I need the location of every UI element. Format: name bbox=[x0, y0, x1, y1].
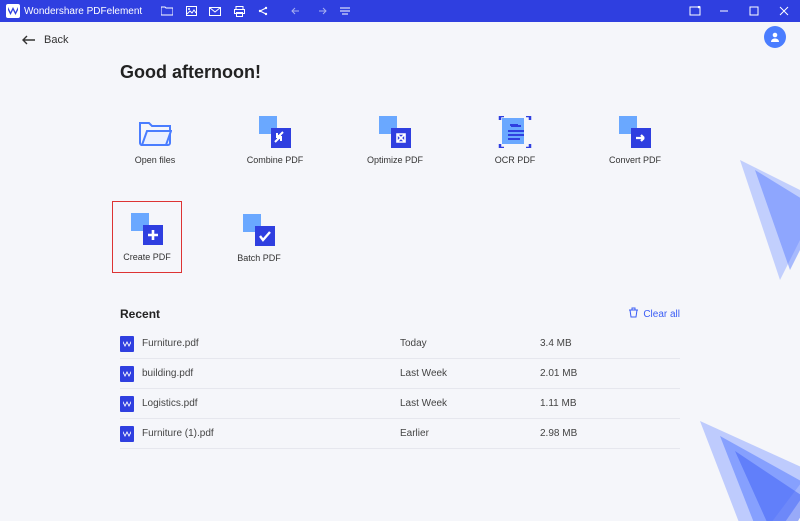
combine-icon bbox=[258, 115, 292, 149]
user-icon bbox=[769, 31, 781, 43]
app-title: Wondershare PDFelement bbox=[24, 6, 142, 17]
toolbar-menu-icon[interactable] bbox=[338, 4, 352, 18]
file-date: Last Week bbox=[400, 398, 540, 409]
title-bar: Wondershare PDFelement bbox=[0, 0, 800, 22]
file-name: Logistics.pdf bbox=[142, 398, 198, 409]
create-icon bbox=[130, 212, 164, 246]
file-date: Earlier bbox=[400, 428, 540, 439]
back-label: Back bbox=[44, 34, 68, 46]
folder-icon[interactable] bbox=[160, 4, 174, 18]
ocr-icon bbox=[498, 115, 532, 149]
back-button[interactable]: Back bbox=[22, 34, 68, 46]
print-icon[interactable] bbox=[232, 4, 246, 18]
pdf-file-icon bbox=[120, 426, 134, 442]
file-name: building.pdf bbox=[142, 368, 193, 379]
action-label: Open files bbox=[135, 155, 176, 165]
app-brand: Wondershare PDFelement bbox=[6, 4, 142, 18]
notification-icon[interactable] bbox=[688, 4, 702, 18]
action-label: Optimize PDF bbox=[367, 155, 423, 165]
action-label: Create PDF bbox=[123, 252, 171, 262]
minimize-button[interactable] bbox=[716, 4, 732, 18]
recent-section: Recent Clear all Furniture.pdf Today 3.4… bbox=[120, 307, 680, 449]
action-label: Batch PDF bbox=[237, 253, 281, 263]
back-bar: Back bbox=[0, 22, 800, 58]
recent-row[interactable]: Logistics.pdf Last Week 1.11 MB bbox=[120, 389, 680, 419]
recent-row[interactable]: Furniture (1).pdf Earlier 2.98 MB bbox=[120, 419, 680, 449]
maximize-button[interactable] bbox=[746, 4, 762, 18]
user-avatar[interactable] bbox=[764, 26, 786, 48]
action-optimize-pdf[interactable]: Optimize PDF bbox=[360, 109, 430, 171]
file-date: Today bbox=[400, 338, 540, 349]
file-size: 3.4 MB bbox=[540, 338, 572, 349]
batch-icon bbox=[242, 213, 276, 247]
redo-icon[interactable] bbox=[314, 4, 328, 18]
action-convert-pdf[interactable]: Convert PDF bbox=[600, 109, 670, 171]
clear-all-label: Clear all bbox=[643, 309, 680, 320]
arrow-left-icon bbox=[22, 35, 36, 45]
pdf-file-icon bbox=[120, 336, 134, 352]
file-date: Last Week bbox=[400, 368, 540, 379]
app-logo-icon bbox=[6, 4, 20, 18]
action-combine-pdf[interactable]: Combine PDF bbox=[240, 109, 310, 171]
recent-row[interactable]: building.pdf Last Week 2.01 MB bbox=[120, 359, 680, 389]
action-label: OCR PDF bbox=[495, 155, 536, 165]
mail-icon[interactable] bbox=[208, 4, 222, 18]
clear-icon bbox=[628, 307, 639, 321]
recent-list: Furniture.pdf Today 3.4 MB building.pdf … bbox=[120, 329, 680, 449]
greeting-heading: Good afternoon! bbox=[120, 62, 680, 83]
recent-heading: Recent bbox=[120, 307, 160, 321]
action-batch-pdf[interactable]: Batch PDF bbox=[224, 207, 294, 273]
optimize-icon bbox=[378, 115, 412, 149]
recent-row[interactable]: Furniture.pdf Today 3.4 MB bbox=[120, 329, 680, 359]
quick-actions-grid: Open files Combine PDF Optimize PDF OCR … bbox=[120, 109, 680, 273]
file-name: Furniture.pdf bbox=[142, 338, 199, 349]
pdf-file-icon bbox=[120, 396, 134, 412]
convert-icon bbox=[618, 115, 652, 149]
action-label: Combine PDF bbox=[247, 155, 304, 165]
file-size: 2.98 MB bbox=[540, 428, 577, 439]
folder-open-icon bbox=[138, 115, 172, 149]
action-create-pdf[interactable]: Create PDF bbox=[112, 201, 182, 273]
clear-all-button[interactable]: Clear all bbox=[628, 307, 680, 321]
close-button[interactable] bbox=[776, 4, 792, 18]
action-open-files[interactable]: Open files bbox=[120, 109, 190, 171]
undo-icon[interactable] bbox=[290, 4, 304, 18]
share-icon[interactable] bbox=[256, 4, 270, 18]
action-label: Convert PDF bbox=[609, 155, 661, 165]
main-content: Good afternoon! Open files Combine PDF O… bbox=[0, 62, 800, 449]
file-size: 2.01 MB bbox=[540, 368, 577, 379]
pdf-file-icon bbox=[120, 366, 134, 382]
file-size: 1.11 MB bbox=[540, 398, 577, 409]
action-ocr-pdf[interactable]: OCR PDF bbox=[480, 109, 550, 171]
image-icon[interactable] bbox=[184, 4, 198, 18]
file-name: Furniture (1).pdf bbox=[142, 428, 214, 439]
